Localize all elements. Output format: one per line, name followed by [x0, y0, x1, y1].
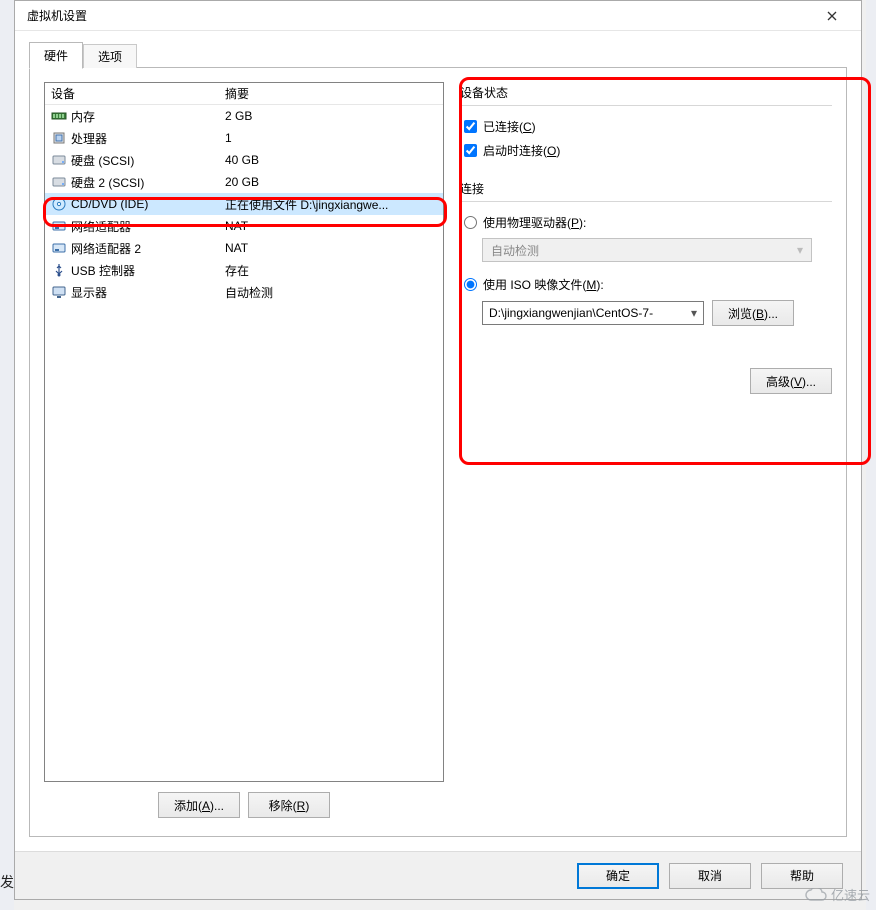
- close-button[interactable]: [811, 1, 853, 31]
- tab-hardware-page: 设备 摘要 内存 2 GB 处理器 1 硬盘 (SCSI) 40 GB 硬盘 2 (SCSI…: [29, 68, 847, 837]
- group-title-connection: 连接: [460, 180, 832, 202]
- device-row[interactable]: 处理器 1: [45, 127, 443, 149]
- device-row[interactable]: 网络适配器 NAT: [45, 215, 443, 237]
- device-summary: 1: [221, 131, 443, 145]
- device-summary: 20 GB: [221, 175, 443, 189]
- radio-iso[interactable]: 使用 ISO 映像文件(M):: [460, 272, 832, 296]
- device-name: 硬盘 (SCSI): [71, 152, 134, 169]
- titlebar: 虚拟机设置: [15, 1, 861, 31]
- device-name: 网络适配器 2: [71, 240, 141, 257]
- device-row[interactable]: CD/DVD (IDE) 正在使用文件 D:\jingxiangwe...: [45, 193, 443, 215]
- iso-path-combo[interactable]: D:\jingxiangwenjian\CentOS-7-: [482, 301, 704, 325]
- device-name: 显示器: [71, 284, 107, 301]
- device-row[interactable]: 内存 2 GB: [45, 105, 443, 127]
- cd-icon: [51, 196, 67, 212]
- device-summary: NAT: [221, 241, 443, 255]
- device-list-header: 设备 摘要: [45, 83, 443, 105]
- device-summary: 正在使用文件 D:\jingxiangwe...: [221, 196, 443, 213]
- header-summary: 摘要: [221, 85, 443, 102]
- advanced-button[interactable]: 高级(V)...: [750, 368, 832, 394]
- tab-options[interactable]: 选项: [83, 44, 137, 68]
- device-row[interactable]: 硬盘 2 (SCSI) 20 GB: [45, 171, 443, 193]
- watermark: 亿速云: [805, 885, 870, 904]
- device-name: USB 控制器: [71, 262, 135, 279]
- device-row[interactable]: 网络适配器 2 NAT: [45, 237, 443, 259]
- device-name: CD/DVD (IDE): [71, 197, 148, 211]
- tabstrip: 硬件 选项: [29, 41, 847, 68]
- device-summary: 40 GB: [221, 153, 443, 167]
- device-row[interactable]: USB 控制器 存在: [45, 259, 443, 281]
- radio-iso-input[interactable]: [464, 278, 477, 291]
- check-connect-at-power[interactable]: 启动时连接(O): [460, 138, 832, 162]
- device-row[interactable]: 显示器 自动检测: [45, 281, 443, 303]
- check-connected-label: 已连接(C): [483, 118, 536, 135]
- add-button[interactable]: 添加(A)...: [158, 792, 240, 818]
- ok-button[interactable]: 确定: [577, 863, 659, 889]
- usb-icon: [51, 262, 67, 278]
- tab-hardware[interactable]: 硬件: [29, 42, 83, 69]
- page-bg-char: 发: [0, 872, 14, 892]
- dialog-footer: 确定 取消 帮助: [15, 851, 861, 899]
- memory-icon: [51, 108, 67, 124]
- cancel-button[interactable]: 取消: [669, 863, 751, 889]
- physical-drive-select: 自动检测: [482, 238, 812, 262]
- window-title: 虚拟机设置: [23, 7, 811, 24]
- hdd-icon: [51, 174, 67, 190]
- watermark-text: 亿速云: [831, 885, 870, 904]
- radio-physical-label: 使用物理驱动器(P):: [483, 214, 586, 231]
- vm-settings-dialog: 虚拟机设置 硬件 选项 设备 摘要 内存 2 GB 处理器 1 硬盘 (SCSI) 40 …: [14, 0, 862, 900]
- device-list[interactable]: 设备 摘要 内存 2 GB 处理器 1 硬盘 (SCSI) 40 GB 硬盘 2 (SCSI…: [44, 82, 444, 782]
- device-name: 硬盘 2 (SCSI): [71, 174, 144, 191]
- device-name: 网络适配器: [71, 218, 131, 235]
- radio-iso-label: 使用 ISO 映像文件(M):: [483, 276, 604, 293]
- remove-button[interactable]: 移除(R): [248, 792, 330, 818]
- display-icon: [51, 284, 67, 300]
- radio-physical-input[interactable]: [464, 216, 477, 229]
- nic-icon: [51, 240, 67, 256]
- group-connection: 连接 使用物理驱动器(P): 自动检测 使用 ISO 映像文件(M): D:\j…: [460, 180, 832, 326]
- radio-physical[interactable]: 使用物理驱动器(P):: [460, 210, 832, 234]
- hdd-icon: [51, 152, 67, 168]
- device-row[interactable]: 硬盘 (SCSI) 40 GB: [45, 149, 443, 171]
- device-summary: 2 GB: [221, 109, 443, 123]
- device-summary: NAT: [221, 219, 443, 233]
- device-summary: 存在: [221, 262, 443, 279]
- cloud-icon: [805, 888, 827, 902]
- device-name: 内存: [71, 108, 95, 125]
- browse-button[interactable]: 浏览(B)...: [712, 300, 794, 326]
- close-icon: [827, 11, 837, 21]
- device-summary: 自动检测: [221, 284, 443, 301]
- header-device: 设备: [45, 85, 221, 102]
- group-device-status: 设备状态 已连接(C) 启动时连接(O): [460, 84, 832, 162]
- group-title-status: 设备状态: [460, 84, 832, 106]
- check-connect-at-power-input[interactable]: [464, 144, 477, 157]
- device-name: 处理器: [71, 130, 107, 147]
- check-connect-at-power-label: 启动时连接(O): [483, 142, 560, 159]
- cpu-icon: [51, 130, 67, 146]
- nic-icon: [51, 218, 67, 234]
- check-connected-input[interactable]: [464, 120, 477, 133]
- check-connected[interactable]: 已连接(C): [460, 114, 832, 138]
